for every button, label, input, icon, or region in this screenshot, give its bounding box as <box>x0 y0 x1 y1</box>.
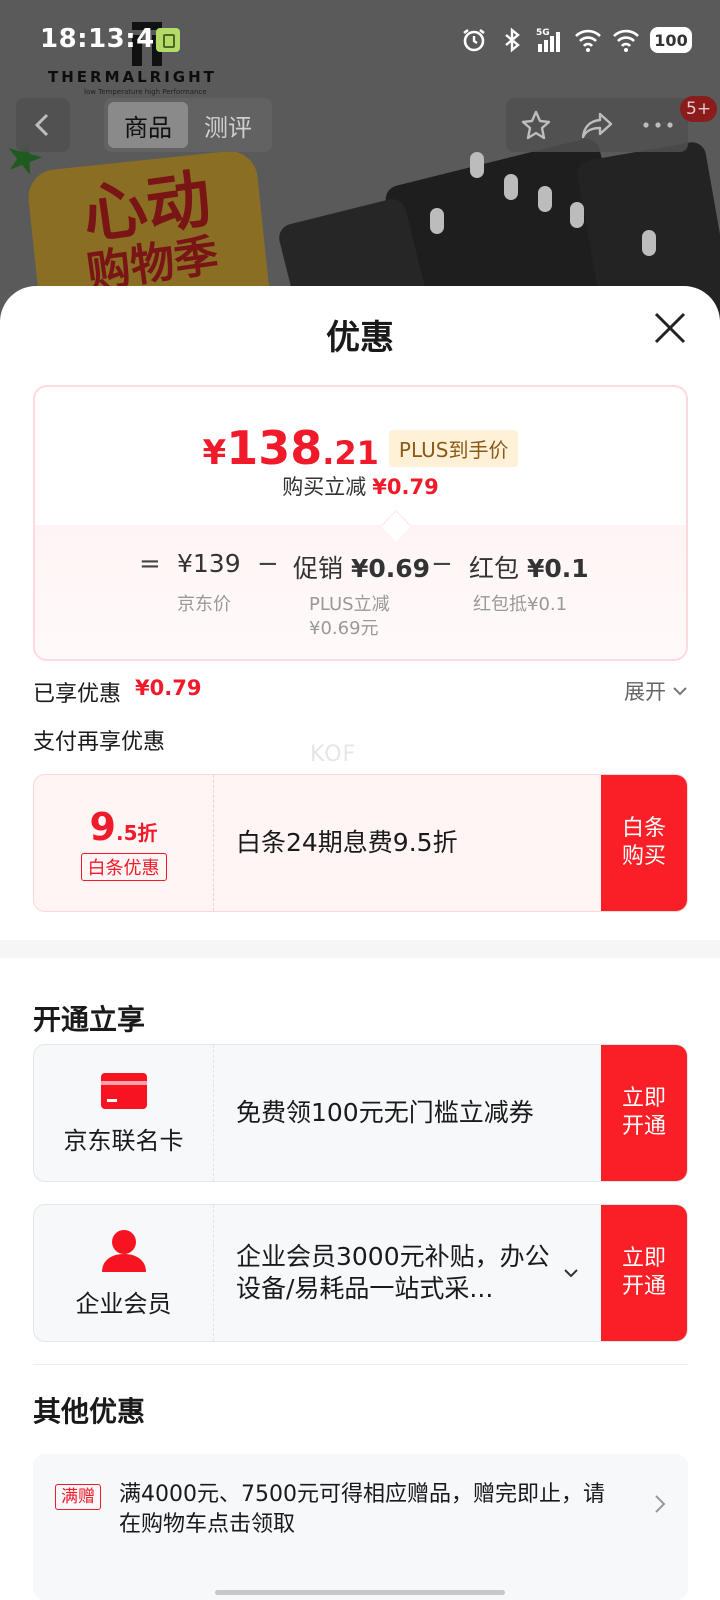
price-breakdown: = ¥139 京东价 − 促销 ¥0.69 PLUS立减 ¥0.69元 − 红包 … <box>35 549 686 649</box>
home-indicator[interactable] <box>215 1590 505 1595</box>
bluetooth-icon <box>498 26 526 54</box>
enjoyed-amount: ¥0.79 <box>135 676 202 700</box>
cellular-signal-icon: 5G <box>536 26 564 54</box>
sheet-title: 优惠 <box>326 318 394 358</box>
chevron-down-icon <box>673 687 687 696</box>
jd-price: ¥139 <box>177 549 241 578</box>
discount-decimal: .5折 <box>115 821 158 845</box>
promo-caption-line2: ¥0.69元 <box>309 618 379 639</box>
heatpipe <box>430 208 444 234</box>
status-time: 18:13:44 <box>40 24 174 54</box>
wifi-icon <box>574 26 602 54</box>
message-count-badge: 5+ <box>680 96 718 122</box>
offer-icon-box: 京东联名卡 <box>34 1045 214 1181</box>
chevron-right-icon <box>655 1495 666 1513</box>
alarm-icon <box>460 26 488 54</box>
reduction-label: 购买立减 <box>282 475 367 499</box>
gift-offer-card[interactable]: 满赠 满4000元、7500元可得相应赠品，赠完即止，请在购物车点击领取 <box>33 1454 688 1600</box>
expand-label: 展开 <box>624 680 666 704</box>
more-options-icon[interactable] <box>640 107 676 143</box>
offer-text: 企业会员3000元补贴，办公设备/易耗品一站式采... <box>214 1205 601 1341</box>
enjoyed-label: 已享优惠 <box>33 682 122 707</box>
svg-text:5G: 5G <box>536 28 550 38</box>
heatpipe <box>570 202 584 228</box>
pay-more-label: 支付再享优惠 <box>33 730 166 755</box>
other-section-title: 其他优惠 <box>33 1395 146 1428</box>
discount-value: 9.5折 <box>90 805 158 849</box>
open-section-title: 开通立享 <box>33 1003 146 1036</box>
reduction-amount: ¥0.79 <box>372 475 439 499</box>
app-notification-icon <box>156 28 180 52</box>
heatpipe <box>504 174 518 200</box>
wifi-icon <box>612 26 640 54</box>
person-icon <box>101 1229 146 1272</box>
enjoyed-discount-row: 已享优惠 ¥0.79 展开 <box>33 676 688 707</box>
gift-offer-text: 满4000元、7500元可得相应赠品，赠完即止，请在购物车点击领取 <box>119 1482 605 1537</box>
enterprise-member-offer[interactable]: 企业会员 企业会员3000元补贴，办公设备/易耗品一站式采... 立即开通 <box>33 1204 688 1342</box>
offer-text-content: 企业会员3000元补贴，办公设备/易耗品一站式采... <box>236 1242 550 1303</box>
button-line1: 立即 <box>621 1086 666 1111</box>
jd-price-caption: 京东价 <box>177 594 231 615</box>
offer-icon-box: 企业会员 <box>34 1205 214 1341</box>
section-divider <box>0 940 720 958</box>
purchase-reduction: 购买立减 ¥0.79 <box>35 471 686 501</box>
button-line2: 开通 <box>621 1114 666 1139</box>
open-now-button[interactable]: 立即 开通 <box>601 1045 687 1181</box>
minus-sign: − <box>431 549 453 579</box>
baitiao-offer-text: 白条24期息费9.5折 <box>236 828 458 857</box>
credit-card-icon <box>100 1072 147 1109</box>
expand-button[interactable]: 展开 <box>624 676 688 706</box>
close-icon <box>654 312 686 344</box>
button-line1: 立即 <box>621 1246 666 1271</box>
status-icons: 5G 100 <box>460 24 692 56</box>
back-button[interactable] <box>16 98 70 152</box>
product-tabs: 商品 测评 <box>104 98 272 152</box>
redpack-caption: 红包抵¥0.1 <box>473 594 568 615</box>
heatpipe <box>538 186 552 212</box>
section-divider-line <box>33 1364 688 1365</box>
discount-sheet: 优惠 ¥ 138 .21 PLUS到手价 购买立减 ¥0.79 = ¥139 京东… <box>0 286 720 1600</box>
final-price: ¥ 138 .21 PLUS到手价 <box>35 421 686 475</box>
close-button[interactable] <box>650 308 690 348</box>
jd-cobrand-card-offer[interactable]: 京东联名卡 免费领100元无门槛立减券 立即开通 <box>33 1044 688 1182</box>
final-price-card: ¥ 138 .21 PLUS到手价 购买立减 ¥0.79 = ¥139 京东价 −… <box>33 385 688 661</box>
promo-caption-line1: PLUS立减 <box>309 594 390 615</box>
nav-actions <box>506 98 688 152</box>
gift-tag: 满赠 <box>55 1484 101 1510</box>
status-bar: 18:13:44 5G 100 <box>0 0 720 80</box>
open-now-button[interactable]: 立即 开通 <box>601 1205 687 1341</box>
discount-integer: 9 <box>89 805 116 849</box>
baitiao-tag: 白条优惠 <box>80 853 167 881</box>
favorite-star-icon[interactable] <box>518 107 554 143</box>
battery-indicator: 100 <box>650 27 692 53</box>
button-line1: 白条 <box>621 816 666 841</box>
tab-reviews[interactable]: 测评 <box>188 102 268 148</box>
promo-label: 促销 <box>293 554 344 583</box>
brand-tagline: low Temperature high Performance <box>84 88 207 96</box>
button-line2: 购买 <box>621 844 666 869</box>
price-integer: 138 <box>226 421 323 475</box>
heatpipe <box>642 230 656 256</box>
price-decimal: .21 <box>322 434 379 472</box>
chevron-down-icon[interactable] <box>563 1268 579 1278</box>
promo-amount: ¥0.69 <box>350 554 431 583</box>
offer-text: 免费领100元无门槛立减券 <box>236 1098 534 1127</box>
price-currency: ¥ <box>202 433 227 473</box>
share-icon[interactable] <box>579 107 615 143</box>
watermark: KOF <box>310 742 357 767</box>
baitiao-buy-button[interactable]: 白条 购买 <box>601 775 687 911</box>
redpack-amount: ¥0.1 <box>526 554 589 583</box>
plus-price-tag: PLUS到手价 <box>388 429 519 467</box>
heatpipe <box>470 152 484 178</box>
button-line2: 开通 <box>621 1274 666 1299</box>
minus-sign: − <box>257 549 279 579</box>
equals-sign: = <box>139 549 161 579</box>
tab-product[interactable]: 商品 <box>108 102 188 148</box>
baitiao-offer-card[interactable]: 9.5折 白条优惠 白条24期息费9.5折 白条购买 <box>33 774 688 912</box>
redpack-label: 红包 <box>469 554 520 583</box>
baitiao-discount-badge: 9.5折 白条优惠 <box>34 775 214 911</box>
chevron-left-icon <box>34 113 49 137</box>
offer-caption: 企业会员 <box>75 1289 172 1318</box>
offer-caption: 京东联名卡 <box>63 1126 184 1155</box>
